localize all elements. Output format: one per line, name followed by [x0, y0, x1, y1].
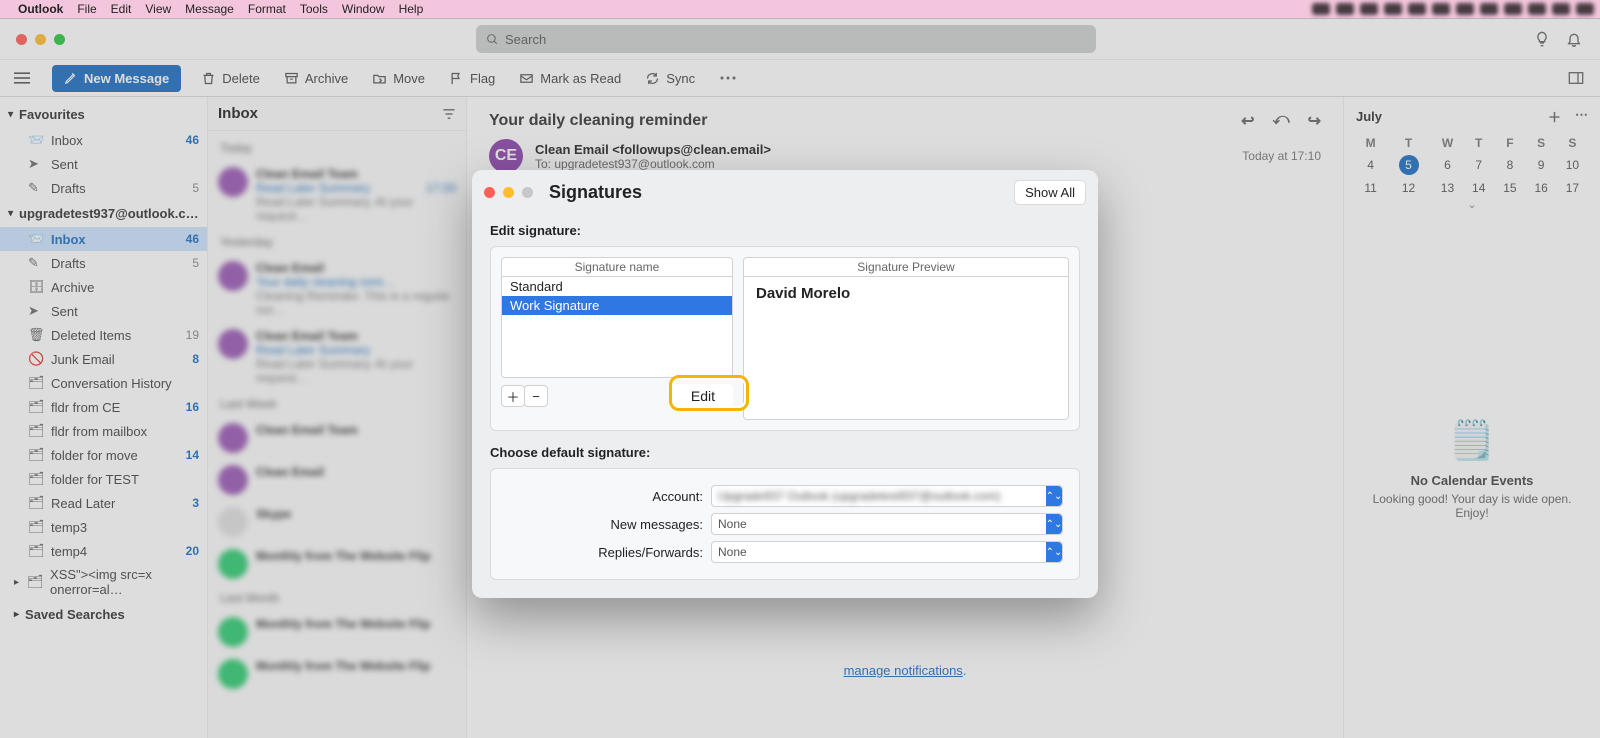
- add-signature-button[interactable]: ＋: [501, 385, 525, 407]
- mac-menubar: Outlook File Edit View Message Format To…: [0, 0, 1600, 18]
- signature-name-header: Signature name: [501, 257, 733, 277]
- edit-signature-button[interactable]: Edit: [673, 384, 733, 408]
- signature-preview: David Morelo: [743, 277, 1069, 420]
- account-label: Account:: [507, 489, 703, 504]
- remove-signature-button[interactable]: −: [524, 385, 548, 407]
- menu-format[interactable]: Format: [248, 2, 286, 16]
- new-messages-label: New messages:: [507, 517, 703, 532]
- signature-item-work[interactable]: Work Signature: [502, 296, 732, 315]
- modal-close[interactable]: [484, 187, 495, 198]
- menu-view[interactable]: View: [145, 2, 171, 16]
- replies-forwards-select[interactable]: None⌃⌄: [711, 541, 1063, 563]
- menu-window[interactable]: Window: [342, 2, 385, 16]
- modal-zoom: [522, 187, 533, 198]
- menu-message[interactable]: Message: [185, 2, 234, 16]
- signature-preview-header: Signature Preview: [743, 257, 1069, 277]
- choose-default-label: Choose default signature:: [490, 445, 1080, 460]
- modal-title: Signatures: [549, 182, 1006, 203]
- menu-edit[interactable]: Edit: [111, 2, 132, 16]
- signature-item-standard[interactable]: Standard: [502, 277, 732, 296]
- new-messages-select[interactable]: None⌃⌄: [711, 513, 1063, 535]
- account-select[interactable]: Upgrade937 Outlook (upgradetest937@outlo…: [711, 485, 1063, 507]
- menubar-status-icons: [1312, 3, 1594, 15]
- signatures-modal: Signatures Show All Edit signature: Sign…: [472, 170, 1098, 598]
- app-name[interactable]: Outlook: [18, 2, 63, 16]
- show-all-button[interactable]: Show All: [1014, 180, 1086, 205]
- edit-signature-label: Edit signature:: [490, 223, 1080, 238]
- menu-tools[interactable]: Tools: [300, 2, 328, 16]
- menu-help[interactable]: Help: [399, 2, 424, 16]
- signature-list[interactable]: Standard Work Signature: [501, 277, 733, 378]
- replies-forwards-label: Replies/Forwards:: [507, 545, 703, 560]
- modal-minimize[interactable]: [503, 187, 514, 198]
- menu-file[interactable]: File: [77, 2, 96, 16]
